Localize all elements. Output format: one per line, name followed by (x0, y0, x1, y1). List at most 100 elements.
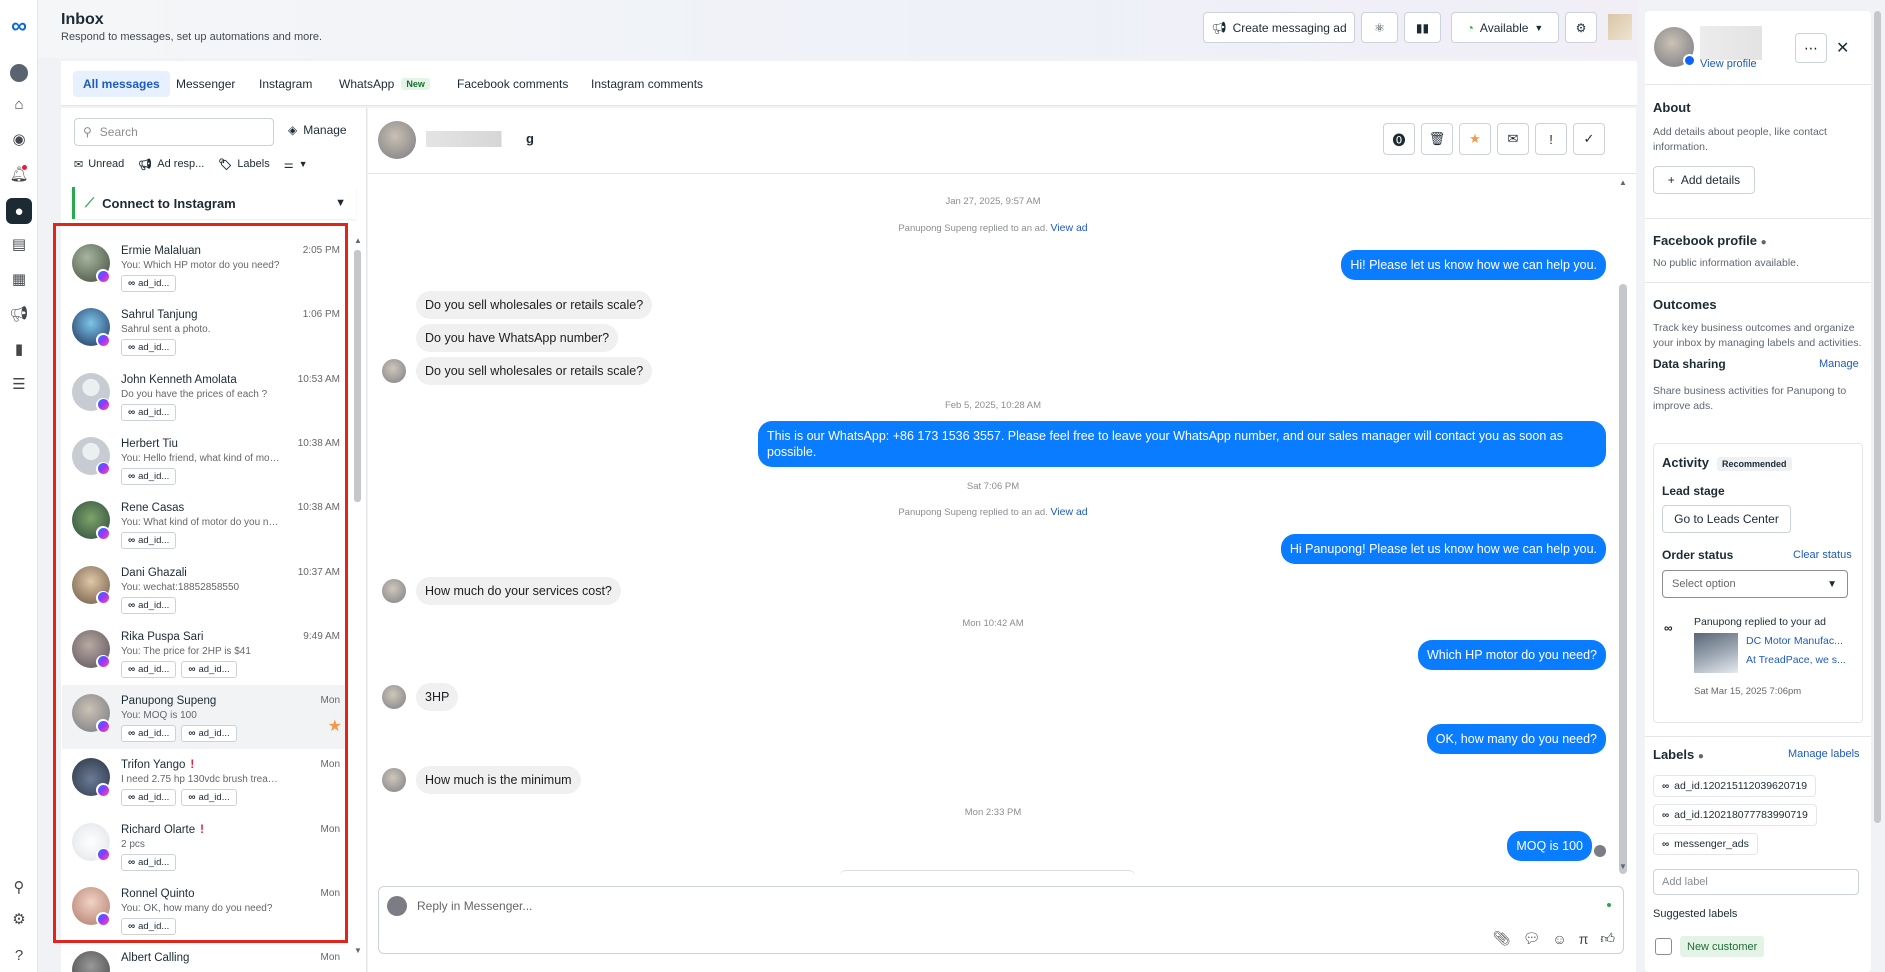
conversation-item[interactable]: Herbert Tiu You: Hello friend, what kind … (62, 428, 346, 492)
availability-dropdown[interactable]: ◔ Available ▼ (1451, 12, 1559, 43)
info-icon[interactable]: ● (1698, 751, 1704, 762)
ad-responses-filter[interactable]: 📢︎ Ad resp... (138, 158, 204, 171)
delete-button[interactable]: 🗑︎ (1421, 123, 1453, 155)
content-icon[interactable]: ▤ (8, 233, 30, 255)
ad-thumbnail[interactable] (1694, 633, 1738, 673)
conversation-item[interactable]: Albert Calling Mon (62, 942, 346, 972)
contact-name[interactable]: g (426, 131, 534, 147)
manage-button[interactable]: ◈ Manage (288, 123, 347, 137)
manage-labels-link[interactable]: Manage labels (1788, 748, 1860, 760)
view-ad-link[interactable]: View ad (1050, 506, 1087, 518)
reply-composer[interactable]: Reply in Messenger... 📎︎ 💬︎ ☺ π 👍︎ (378, 886, 1624, 954)
help-icon[interactable]: ? (8, 944, 30, 966)
reply-input[interactable]: Reply in Messenger... (417, 899, 532, 913)
add-label-input[interactable]: Add label (1653, 869, 1859, 895)
incoming-message: Do you have WhatsApp number? (416, 324, 619, 352)
timestamp: Feb 5, 2025, 10:28 AM (944, 400, 1042, 411)
chat-scrollbar[interactable]: ▲ ▼ (1617, 178, 1629, 876)
go-to-leads-center-button[interactable]: Go to Leads Center (1662, 505, 1791, 533)
scroll-thumb[interactable] (1619, 284, 1627, 874)
labels-filter[interactable]: 🏷︎ Labels (218, 158, 269, 171)
conversation-item[interactable]: Panupong Supeng You: MOQ is 100 Mon ∞ ad_id.… (62, 685, 346, 750)
conversation-item[interactable]: Rika Puspa Sari You: The price for 2HP is… (62, 621, 346, 685)
label-chip: ∞ ad_id... (181, 789, 237, 807)
new-customer-label[interactable]: New customer (1680, 936, 1765, 957)
automations-button[interactable]: ⚛ (1361, 12, 1398, 43)
add-details-button[interactable]: + Add details (1653, 166, 1755, 194)
tab-instagram-comments[interactable]: Instagram comments (581, 71, 713, 97)
conversation-item[interactable]: Richard Olarte! 2 pcs Mon ∞ ad_id... (62, 814, 346, 878)
ads-megaphone-icon[interactable]: 📢︎ (8, 303, 30, 325)
star-button[interactable]: ★ (1459, 123, 1491, 155)
contact-avatar[interactable] (378, 121, 416, 159)
tab-messenger[interactable]: Messenger (166, 71, 245, 97)
ad-subtitle-link[interactable]: At TreadPace, we s... (1746, 654, 1846, 666)
mark-unread-button[interactable]: ✉ (1497, 123, 1529, 155)
conversation-item[interactable]: Rene Casas You: What kind of motor do you… (62, 492, 346, 556)
outgoing-message: Which HP motor do you need? (1417, 640, 1606, 670)
conversation-item[interactable]: Ronnel Quinto You: OK, how many do you ne… (62, 878, 346, 942)
unread-filter[interactable]: ✉ Unread (74, 158, 124, 171)
suggested-label-checkbox[interactable] (1655, 938, 1672, 955)
saved-replies-icon[interactable]: 💬︎ (1523, 930, 1541, 947)
inbox-settings-button[interactable]: ⚙ (1565, 12, 1597, 43)
conversation-preview: You: Which HP motor do you need? (121, 260, 280, 271)
tab-all-messages[interactable]: All messages (73, 71, 170, 97)
search-icon: ⚲ (83, 125, 92, 139)
label-chip[interactable]: ∞ ad_id.120215112039620719 (1653, 775, 1817, 797)
inbox-icon[interactable]: ● (6, 198, 32, 224)
details-scrollbar[interactable] (1871, 11, 1883, 972)
compass-icon[interactable]: ◉ (8, 128, 30, 150)
conversation-item[interactable]: Dani Ghazali You: wechat:18852858550 10:37… (62, 557, 346, 621)
conversation-item[interactable]: John Kenneth Amolata Do you have the pric… (62, 364, 346, 428)
search-icon[interactable]: ⚲ (8, 876, 30, 898)
list-scrollbar[interactable]: ▲ ▼ (352, 232, 363, 964)
meta-icon: ∞ (128, 856, 135, 868)
more-filters-button[interactable]: ⚌ ▼ (284, 158, 308, 171)
search-input[interactable]: ⚲ Search (74, 118, 274, 146)
scroll-thumb[interactable] (354, 250, 361, 502)
conversation-item[interactable]: Trifon Yango! I need 2.75 hp 130vdc brush… (62, 749, 346, 813)
label-chip[interactable]: ∞ ad_id.120218077783990719 (1653, 804, 1817, 826)
tab-whatsapp[interactable]: WhatsApp New (329, 71, 440, 97)
mark-done-button[interactable]: ✓ (1573, 123, 1605, 155)
data-sharing-manage-link[interactable]: Manage (1819, 358, 1859, 370)
conversation-time: 10:37 AM (297, 566, 340, 578)
clear-status-link[interactable]: Clear status (1793, 549, 1852, 561)
notifications-icon[interactable]: 🔔︎ (8, 163, 30, 185)
order-status-select[interactable]: Select option ▼ (1662, 570, 1848, 598)
ad-title-link[interactable]: DC Motor Manufac... (1746, 635, 1843, 647)
connect-instagram-banner[interactable]: ⟋ Connect to Instagram ▼ (72, 187, 356, 219)
profile-avatar[interactable] (1654, 27, 1696, 67)
tab-instagram[interactable]: Instagram (249, 71, 322, 97)
follow-up-button[interactable]: ! (1535, 123, 1567, 155)
view-ad-link[interactable]: View ad (1050, 222, 1087, 234)
page-avatar[interactable] (1608, 14, 1632, 40)
conversation-item[interactable]: Ermie Malaluan You: Which HP motor do you… (62, 235, 346, 299)
conversation-item[interactable]: Sahrul Tanjung Sahrul sent a photo. 1:06 P… (62, 299, 346, 363)
insights-button[interactable]: ▮▮ (1404, 12, 1441, 43)
label-chip[interactable]: ∞ messenger_ads (1653, 833, 1758, 855)
emoji-icon[interactable]: ☺ (1552, 931, 1566, 947)
thumbs-up-icon[interactable]: 👍︎ (1600, 930, 1615, 947)
info-icon[interactable]: ● (1761, 237, 1767, 248)
spam-button[interactable]: ⓿ (1383, 123, 1415, 155)
tab-facebook-comments[interactable]: Facebook comments (447, 71, 578, 97)
account-avatar-icon[interactable] (8, 62, 30, 84)
table-icon[interactable]: ▦ (8, 268, 30, 290)
outgoing-message: Hi Panupong! Please let us know how we c… (1280, 534, 1606, 564)
attachment-icon[interactable]: 📎︎ (1493, 930, 1511, 947)
insights-icon[interactable]: ▮ (8, 338, 30, 360)
meta-logo-icon[interactable]: ∞ (6, 15, 32, 37)
home-icon[interactable]: ⌂ (8, 93, 30, 115)
bar-chart-icon: ▮▮ (1415, 20, 1430, 35)
more-tools-icon[interactable]: π (1579, 931, 1589, 947)
menu-icon[interactable]: ☰ (8, 373, 30, 395)
create-messaging-ad-button[interactable]: 📢︎ Create messaging ad (1203, 12, 1355, 43)
settings-icon[interactable]: ⚙ (8, 908, 30, 930)
more-options-button[interactable]: ⋯ (1795, 33, 1827, 63)
view-profile-link[interactable]: View profile (1700, 58, 1757, 70)
conversation-name: Rika Puspa Sari (121, 630, 204, 643)
scroll-thumb[interactable] (1874, 11, 1881, 823)
close-icon[interactable]: ✕ (1836, 38, 1849, 58)
